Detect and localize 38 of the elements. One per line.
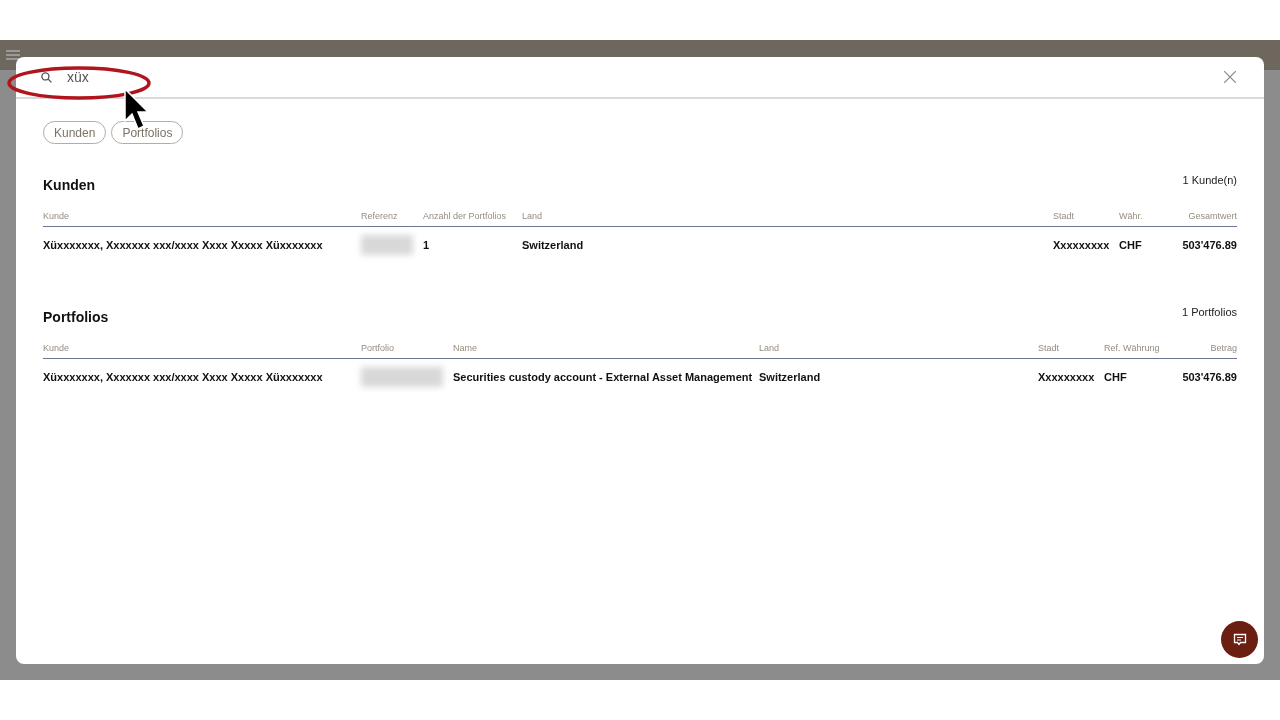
table-cell: Switzerland [759,371,821,383]
column-header: Kunde [43,343,361,359]
table-cell: CHF [1104,371,1127,383]
table-cell: 503'476.89 [1182,371,1237,383]
table-cell: Xxxxxxxxx [1053,239,1110,251]
table-cell: Securities custody account - External Asset Management [453,371,753,383]
section-title: Kunden [43,177,96,193]
column-header: Stadt [1038,343,1104,359]
filter-chip[interactable]: Portfolios [111,121,184,144]
result-count: 1 Portfolios [1181,306,1237,318]
table-cell: Xüxxxxxxx, Xxxxxxx xxx/xxxx Xxxx Xxxxx Xüxxxxxxx [43,239,323,251]
column-header: Anzahl der Portfolios [423,211,522,227]
close-icon [1224,71,1236,83]
table-cell: Switzerland [522,239,584,251]
column-header: Name [453,343,759,359]
column-header: Land [522,211,1053,227]
table-cell: Xxxxxxxxx [1038,371,1095,383]
table-cell: Xüxxxxxxx, Xxxxxxx xxx/xxxx Xxxx Xxxxx Xüxxxxxxx [43,371,323,383]
search-icon [40,70,53,84]
table-cell: CHF [1119,239,1142,251]
section-title: Portfolios [43,309,109,325]
filter-chip[interactable]: Kunden [43,121,107,144]
column-header: Ref. Währung [1104,343,1177,359]
column-header: Land [759,343,1038,359]
redacted-cell [361,235,413,255]
column-header: Währ. [1119,211,1159,227]
column-header: Portfolio [361,343,453,359]
result-count: 1 Kunde(n) [1182,174,1237,186]
column-header: Stadt [1053,211,1119,227]
column-header: Kunde [43,211,361,227]
column-header: Gesamtwert [1159,211,1237,227]
table-cell: 1 [423,239,430,251]
menu-icon[interactable] [6,50,20,60]
chat-button[interactable] [1221,621,1258,658]
column-header: Referenz [361,211,423,227]
table-cell: 503'476.89 [1182,239,1237,251]
column-header: Betrag [1177,343,1237,359]
chat-icon [1232,632,1247,647]
